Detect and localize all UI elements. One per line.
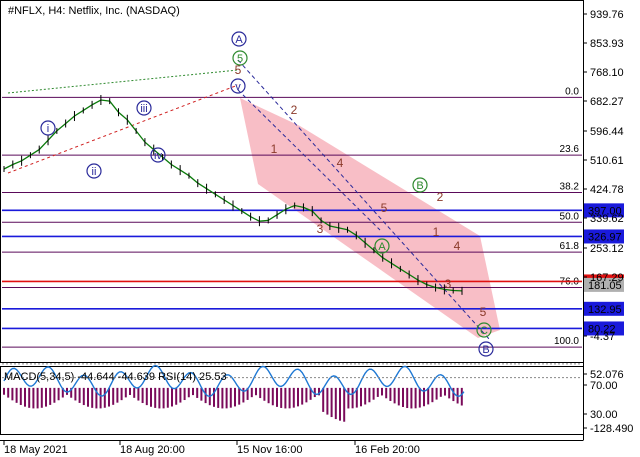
indicator-title: MACD(5,34,5) -44.644 -44.639 RSI(14) 25.… — [4, 371, 227, 383]
indicator-y-tick-label: 30.00 — [590, 409, 618, 421]
fib-level-label: 38.2 — [560, 181, 580, 192]
fib-level-label: 61.8 — [560, 241, 580, 252]
chart-title: #NFLX, H4: Netflix, Inc. (NASDAQ) — [8, 5, 180, 17]
wave-label-brown: 2 — [291, 103, 298, 117]
wave-label-roman: ii — [92, 166, 97, 178]
y-tick-label: 253.12 — [590, 243, 624, 255]
wave-label-navy: v — [235, 81, 241, 93]
wave-label-brown: 5 — [235, 63, 242, 77]
wave-label-brown: 1 — [271, 142, 278, 156]
x-tick-label: 18 May 2021 — [4, 444, 68, 456]
y-tick-label: 596.44 — [590, 126, 624, 138]
indicator-y-tick-label: 70.00 — [590, 380, 618, 392]
wave-label-brown: 4 — [337, 156, 344, 170]
wave-label-brown: 1 — [433, 225, 440, 239]
wave-label-green: B — [416, 180, 423, 192]
y-tick-label: 682.27 — [590, 96, 624, 108]
wave-label-roman: iv — [154, 150, 162, 162]
fib-level-label: 23.6 — [560, 144, 580, 155]
wave-label-navy: B — [482, 344, 489, 356]
wave-label-green: A — [378, 241, 386, 253]
wave-label-green: C — [480, 325, 488, 337]
level-label: 132.95 — [588, 304, 622, 316]
wave-label-brown: 5 — [480, 305, 487, 319]
y-tick-label: 853.93 — [590, 38, 624, 50]
x-tick-label: 15 Nov 16:00 — [237, 444, 302, 456]
y-tick-label: 510.61 — [590, 155, 624, 167]
x-tick-label: 16 Feb 20:00 — [355, 444, 420, 456]
y-tick-label: -4.37 — [590, 331, 615, 343]
y-tick-label: 939.76 — [590, 9, 624, 21]
y-tick-label: 339.62 — [590, 213, 624, 225]
x-tick-label: 18 Aug 20:00 — [120, 444, 185, 456]
fib-level-label: 0.0 — [565, 86, 579, 97]
chart-canvas: 0.023.638.250.061.876.0100.0397.00326.97… — [0, 0, 633, 456]
wave-label-brown: 3 — [317, 222, 324, 236]
fib-level-label: 50.0 — [560, 211, 580, 222]
wave-label-brown: 5 — [381, 201, 388, 215]
wave-label-brown: 3 — [445, 277, 452, 291]
y-tick-label: 167.29 — [590, 272, 624, 284]
y-tick-label: 768.10 — [590, 67, 624, 79]
wave-label-brown: 4 — [454, 239, 461, 253]
fib-level-label: 100.0 — [554, 336, 579, 347]
wave-label-roman: i — [47, 123, 49, 135]
indicator-y-tick-label: -128.490 — [590, 423, 633, 435]
wave-label-brown: 2 — [437, 190, 444, 204]
level-label: 326.97 — [588, 231, 622, 243]
wave-label-roman: iii — [140, 103, 147, 115]
wave-label-navy: A — [235, 34, 243, 46]
y-tick-label: 424.78 — [590, 184, 624, 196]
